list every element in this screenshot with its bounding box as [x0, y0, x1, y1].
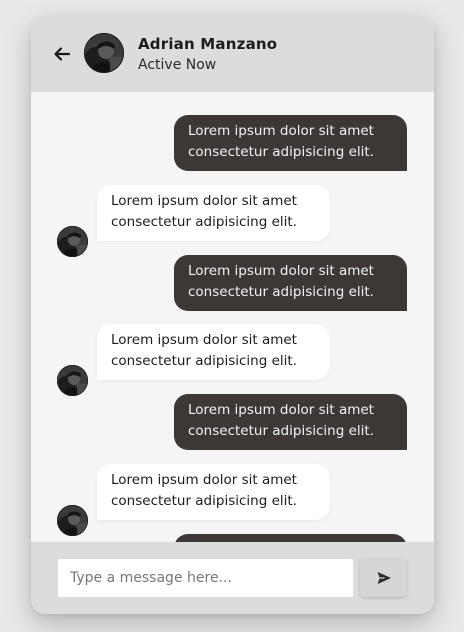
sender-avatar	[57, 365, 88, 396]
send-button[interactable]	[360, 559, 407, 597]
outgoing-message: Lorem ipsum dolor sit amet consectetur a…	[174, 255, 407, 311]
send-icon	[377, 572, 391, 584]
incoming-message: Lorem ipsum dolor sit amet consectetur a…	[97, 185, 330, 241]
contact-name: Adrian Manzano	[138, 35, 278, 53]
composer	[31, 542, 434, 614]
contact-info: Adrian Manzano Active Now	[138, 34, 277, 75]
outgoing-message	[174, 534, 407, 542]
sender-avatar	[57, 505, 88, 536]
message-input[interactable]	[58, 559, 353, 597]
arrow-left-icon[interactable]	[53, 45, 71, 63]
outgoing-message: Lorem ipsum dolor sit amet consectetur a…	[174, 115, 407, 171]
contact-status: Active Now	[138, 57, 217, 73]
contact-avatar[interactable]	[84, 33, 124, 73]
outgoing-message: Lorem ipsum dolor sit amet consectetur a…	[174, 394, 407, 450]
sender-avatar	[57, 226, 88, 257]
chat-header: Adrian Manzano Active Now	[31, 16, 434, 92]
incoming-message: Lorem ipsum dolor sit amet consectetur a…	[97, 464, 330, 520]
incoming-message: Lorem ipsum dolor sit amet consectetur a…	[97, 324, 330, 380]
message-list[interactable]: Lorem ipsum dolor sit amet consectetur a…	[31, 92, 434, 542]
chat-window: Adrian Manzano Active Now Lorem ipsum do…	[31, 16, 434, 614]
